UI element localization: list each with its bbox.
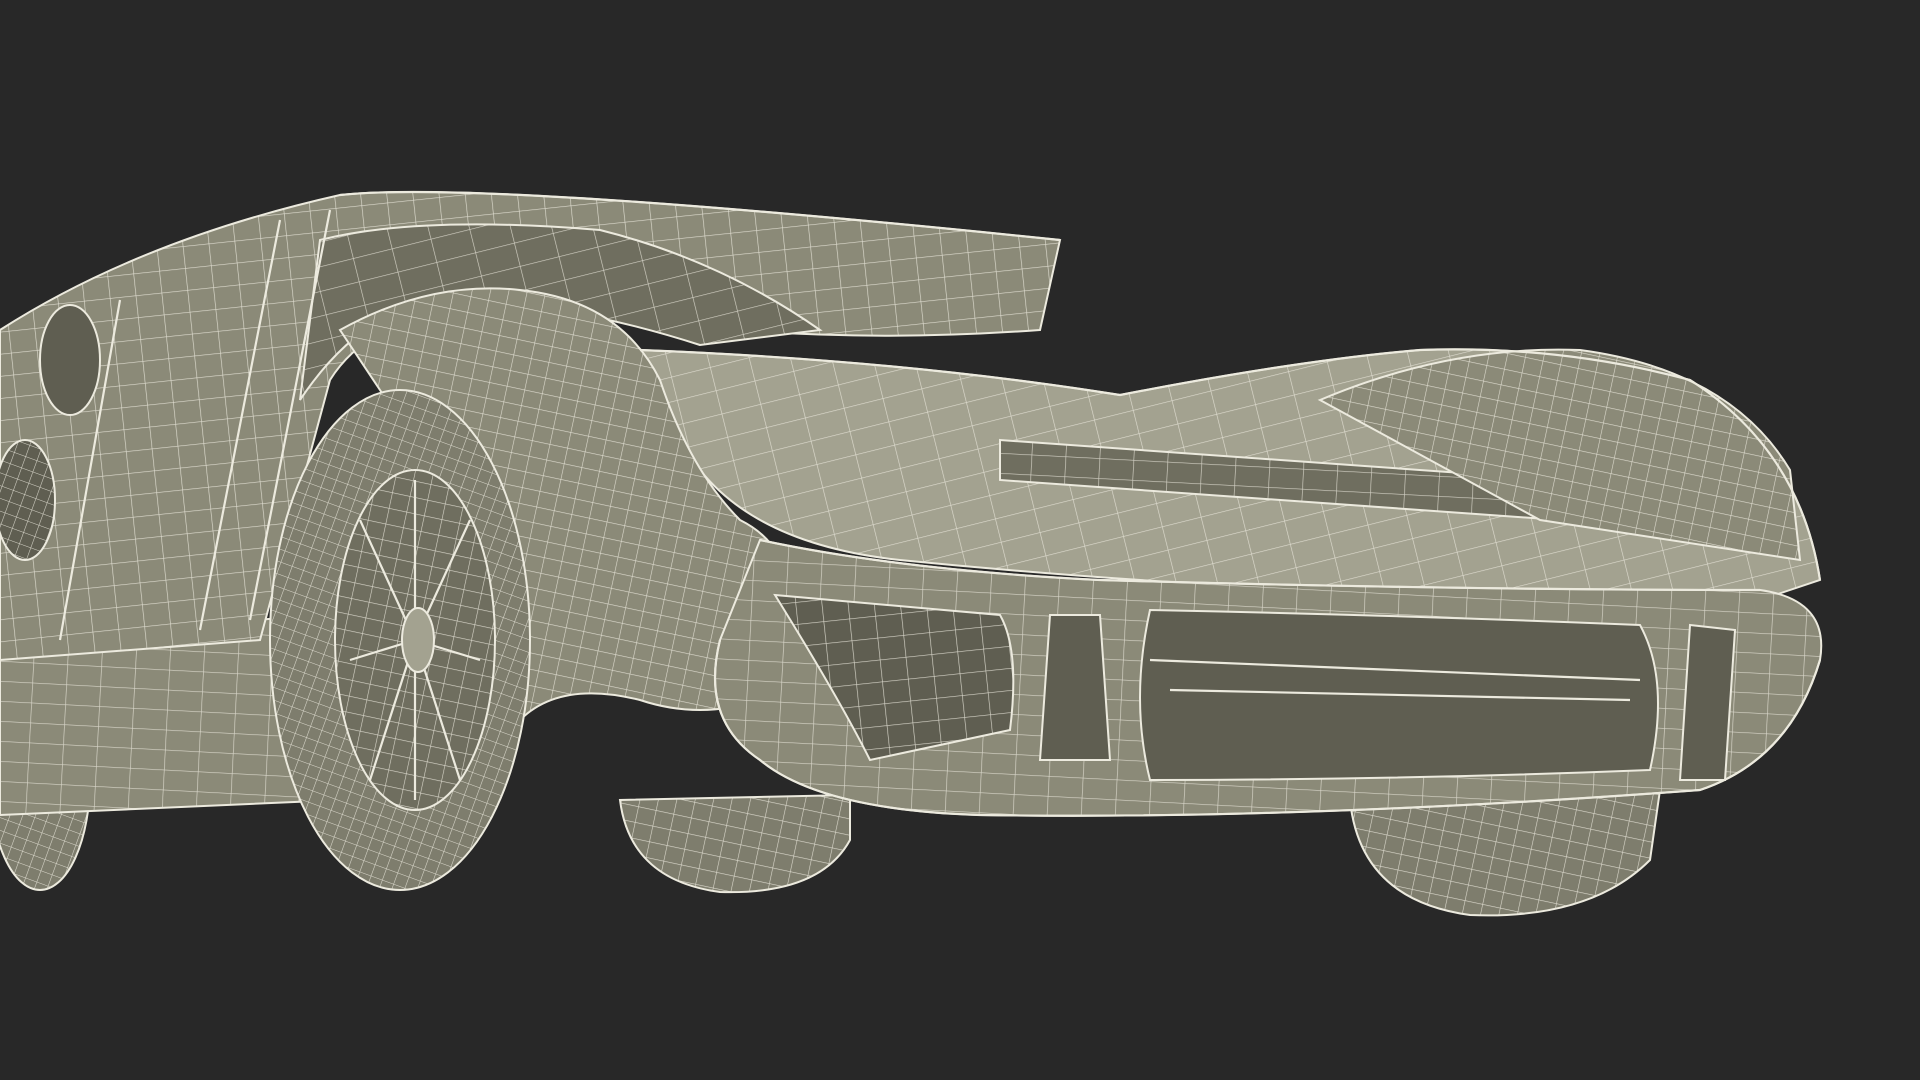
wheel-hub [401, 607, 435, 673]
right-brake-duct [1678, 623, 1737, 781]
render-viewport [0, 0, 1920, 1080]
left-brake-duct [1038, 614, 1112, 761]
front-left-wheel [269, 389, 531, 891]
wireframe-car-render [0, 0, 1920, 1080]
